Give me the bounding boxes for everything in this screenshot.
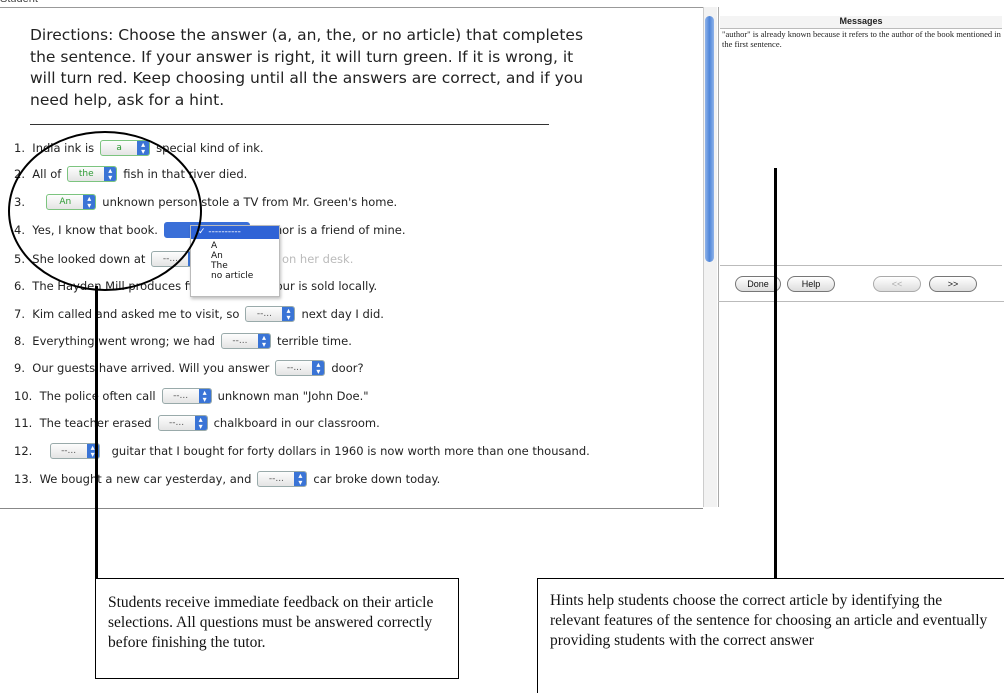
updown-arrow-icon: ▴▾ xyxy=(257,334,270,348)
question-text-after: next day I did. xyxy=(301,307,384,321)
article-dropdown-menu: ✓ ---------- A An The no article xyxy=(190,225,280,297)
directions-text: Directions: Choose the answer (a, an, th… xyxy=(30,26,584,109)
pane-divider xyxy=(718,301,1004,302)
article-select-value: --... xyxy=(286,363,302,373)
dropdown-option-the[interactable]: The xyxy=(191,261,279,271)
article-select-value: --... xyxy=(173,391,189,401)
updown-arrow-icon: ▴▾ xyxy=(294,472,307,486)
question-text-after: car broke down today. xyxy=(313,472,441,486)
article-select[interactable]: --... ▴▾ xyxy=(245,306,296,322)
question-text-after: flour is sold locally. xyxy=(268,279,378,293)
scrollbar-thumb[interactable] xyxy=(705,16,714,262)
question-row: 10. The police often call --... ▴ ▾ unknow… xyxy=(14,386,369,406)
annotation-circle xyxy=(8,131,202,291)
question-text-after: terrible time. xyxy=(276,334,352,348)
article-select-value: --... xyxy=(169,418,185,428)
annotation-line-left xyxy=(95,286,98,582)
dropdown-option-an[interactable]: An xyxy=(191,251,279,261)
question-row: 11. The teacher erased --... ▴ ▾ chalkboar… xyxy=(14,413,380,433)
callout-feedback: Students receive immediate feedback on t… xyxy=(95,578,459,679)
article-select[interactable]: --... ▴▾ xyxy=(161,388,212,404)
updown-arrow-icon: ▴▾ xyxy=(282,307,295,321)
previous-button[interactable]: << xyxy=(873,276,921,292)
question-number: 7. xyxy=(14,307,25,321)
question-row: 9. Our guests have arrived. Will you ans… xyxy=(14,358,364,378)
annotation-line-right xyxy=(774,168,777,580)
article-select[interactable]: --... ▴▾ xyxy=(157,415,208,431)
article-select-value: --... xyxy=(268,474,284,484)
question-row: 7. Kim called and asked me to visit, so … xyxy=(14,304,384,324)
question-number: 1. xyxy=(14,141,25,155)
callout-hints: Hints help students choose the correct a… xyxy=(537,578,1004,693)
question-number: 6. xyxy=(14,279,25,293)
question-number: 13. xyxy=(14,472,33,486)
question-number: 10. xyxy=(14,389,33,403)
question-number: 12. xyxy=(14,444,33,458)
question-number: 9. xyxy=(14,361,25,375)
help-button[interactable]: Help xyxy=(787,276,835,292)
updown-arrow-icon: ▴▾ xyxy=(312,361,325,375)
dropdown-option-no-article[interactable]: no article xyxy=(191,271,279,281)
article-select[interactable]: --... ▴▾ xyxy=(220,333,271,349)
question-row: 13. We bought a new car yesterday, and -… xyxy=(14,469,440,489)
question-text-before: We bought a new car yesterday, and xyxy=(39,472,252,486)
question-row: 12. --... ▴ ▾ guitar that I bought for for… xyxy=(14,441,590,461)
question-number: 8. xyxy=(14,334,25,348)
updown-arrow-icon: ▴▾ xyxy=(194,416,207,430)
hint-message: "author" is already known because it ref… xyxy=(722,29,1001,49)
question-text-after: unknown man "John Doe." xyxy=(217,389,369,403)
question-text-after: guitar that I bought for forty dollars i… xyxy=(111,444,590,458)
dropdown-option-a[interactable]: A xyxy=(191,241,279,251)
question-row: 8. Everything went wrong; we had --... ▴ ▾… xyxy=(14,331,352,351)
updown-arrow-icon: ▴▾ xyxy=(198,389,211,403)
article-select[interactable]: --...▴▾ xyxy=(49,443,100,459)
question-text-before: Kim called and asked me to visit, so xyxy=(32,307,240,321)
question-text-after: door? xyxy=(331,361,364,375)
article-select[interactable]: --... ▴▾ xyxy=(275,360,326,376)
article-select-value: --... xyxy=(61,446,77,456)
article-select-value: --... xyxy=(256,309,272,319)
question-text-before: Our guests have arrived. Will you answer xyxy=(32,361,270,375)
question-number: 11. xyxy=(14,416,33,430)
messages-box xyxy=(720,28,1002,266)
question-text-after: chalkboard in our classroom. xyxy=(213,416,380,430)
dropdown-option-current[interactable]: ✓ ---------- xyxy=(191,226,279,239)
article-select[interactable]: --... ▴▾ xyxy=(257,471,308,487)
article-select-value: --... xyxy=(232,336,248,346)
next-button[interactable]: >> xyxy=(929,276,977,292)
directions-divider xyxy=(30,124,549,125)
question-text-before: Everything went wrong; we had xyxy=(32,334,215,348)
